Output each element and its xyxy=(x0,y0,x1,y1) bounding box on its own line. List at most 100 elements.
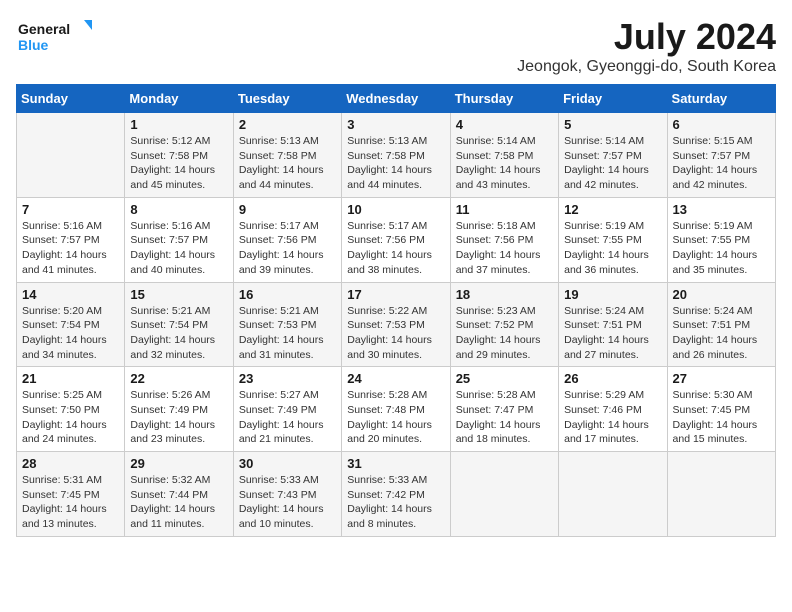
calendar-cell: 1 Sunrise: 5:12 AMSunset: 7:58 PMDaylight… xyxy=(125,113,233,198)
day-number: 1 xyxy=(130,117,227,132)
day-number: 16 xyxy=(239,287,336,302)
main-title: July 2024 xyxy=(517,16,776,58)
day-number: 20 xyxy=(673,287,770,302)
day-info: Sunrise: 5:13 AMSunset: 7:58 PMDaylight:… xyxy=(347,134,444,193)
calendar-cell: 29Sunrise: 5:32 AMSunset: 7:44 PMDayligh… xyxy=(125,452,233,537)
subtitle: Jeongok, Gyeonggi-do, South Korea xyxy=(517,58,776,76)
day-info: Sunrise: 5:27 AMSunset: 7:49 PMDaylight:… xyxy=(239,388,336,447)
day-info: Sunrise: 5:31 AMSunset: 7:45 PMDaylight:… xyxy=(22,473,119,532)
calendar-cell: 9Sunrise: 5:17 AMSunset: 7:56 PMDaylight… xyxy=(233,197,341,282)
day-info: Sunrise: 5:21 AMSunset: 7:54 PMDaylight:… xyxy=(130,304,227,363)
day-info: Sunrise: 5:33 AMSunset: 7:42 PMDaylight:… xyxy=(347,473,444,532)
day-info: Sunrise: 5:17 AMSunset: 7:56 PMDaylight:… xyxy=(347,219,444,278)
day-number: 22 xyxy=(130,371,227,386)
day-number: 26 xyxy=(564,371,661,386)
calendar-cell: 15Sunrise: 5:21 AMSunset: 7:54 PMDayligh… xyxy=(125,282,233,367)
calendar-cell: 3 Sunrise: 5:13 AMSunset: 7:58 PMDaylight… xyxy=(342,113,450,198)
day-number: 6 xyxy=(673,117,770,132)
calendar-day-header: Saturday xyxy=(667,85,775,113)
day-number: 24 xyxy=(347,371,444,386)
calendar-cell: 25 Sunrise: 5:28 AMSunset: 7:47 PMDayligh… xyxy=(450,367,558,452)
calendar-day-header: Thursday xyxy=(450,85,558,113)
calendar-cell: 14 Sunrise: 5:20 AMSunset: 7:54 PMDayligh… xyxy=(17,282,125,367)
calendar-cell: 18Sunrise: 5:23 AMSunset: 7:52 PMDayligh… xyxy=(450,282,558,367)
day-info: Sunrise: 5:19 AMSunset: 7:55 PMDaylight:… xyxy=(673,219,770,278)
calendar-cell: 24 Sunrise: 5:28 AMSunset: 7:48 PMDayligh… xyxy=(342,367,450,452)
day-info: Sunrise: 5:26 AMSunset: 7:49 PMDaylight:… xyxy=(130,388,227,447)
day-number: 3 xyxy=(347,117,444,132)
calendar-week-row: 28 Sunrise: 5:31 AMSunset: 7:45 PMDayligh… xyxy=(17,452,776,537)
day-number: 27 xyxy=(673,371,770,386)
day-info: Sunrise: 5:20 AMSunset: 7:54 PMDaylight:… xyxy=(22,304,119,363)
svg-text:Blue: Blue xyxy=(18,37,49,53)
calendar-cell: 12Sunrise: 5:19 AMSunset: 7:55 PMDayligh… xyxy=(559,197,667,282)
calendar-cell: 10 Sunrise: 5:17 AMSunset: 7:56 PMDayligh… xyxy=(342,197,450,282)
day-number: 18 xyxy=(456,287,553,302)
calendar-cell: 8 Sunrise: 5:16 AMSunset: 7:57 PMDaylight… xyxy=(125,197,233,282)
day-info: Sunrise: 5:21 AMSunset: 7:53 PMDaylight:… xyxy=(239,304,336,363)
day-info: Sunrise: 5:18 AMSunset: 7:56 PMDaylight:… xyxy=(456,219,553,278)
day-number: 28 xyxy=(22,456,119,471)
calendar-cell: 11 Sunrise: 5:18 AMSunset: 7:56 PMDayligh… xyxy=(450,197,558,282)
day-number: 31 xyxy=(347,456,444,471)
calendar-cell: 26 Sunrise: 5:29 AMSunset: 7:46 PMDayligh… xyxy=(559,367,667,452)
calendar-cell: 6 Sunrise: 5:15 AMSunset: 7:57 PMDaylight… xyxy=(667,113,775,198)
day-number: 11 xyxy=(456,202,553,217)
day-info: Sunrise: 5:29 AMSunset: 7:46 PMDaylight:… xyxy=(564,388,661,447)
calendar-cell: 13 Sunrise: 5:19 AMSunset: 7:55 PMDayligh… xyxy=(667,197,775,282)
calendar-cell xyxy=(450,452,558,537)
calendar-day-header: Friday xyxy=(559,85,667,113)
calendar-cell xyxy=(667,452,775,537)
logo-svg: General Blue xyxy=(16,16,96,56)
calendar-week-row: 14 Sunrise: 5:20 AMSunset: 7:54 PMDayligh… xyxy=(17,282,776,367)
calendar-cell: 21Sunrise: 5:25 AMSunset: 7:50 PMDayligh… xyxy=(17,367,125,452)
day-number: 5 xyxy=(564,117,661,132)
day-info: Sunrise: 5:14 AMSunset: 7:57 PMDaylight:… xyxy=(564,134,661,193)
svg-text:General: General xyxy=(18,21,70,37)
day-number: 21 xyxy=(22,371,119,386)
calendar-table: SundayMondayTuesdayWednesdayThursdayFrid… xyxy=(16,84,776,537)
day-info: Sunrise: 5:14 AMSunset: 7:58 PMDaylight:… xyxy=(456,134,553,193)
day-number: 2 xyxy=(239,117,336,132)
calendar-cell: 7 Sunrise: 5:16 AMSunset: 7:57 PMDaylight… xyxy=(17,197,125,282)
day-info: Sunrise: 5:30 AMSunset: 7:45 PMDaylight:… xyxy=(673,388,770,447)
day-info: Sunrise: 5:22 AMSunset: 7:53 PMDaylight:… xyxy=(347,304,444,363)
calendar-day-header: Monday xyxy=(125,85,233,113)
calendar-week-row: 1 Sunrise: 5:12 AMSunset: 7:58 PMDaylight… xyxy=(17,113,776,198)
day-info: Sunrise: 5:32 AMSunset: 7:44 PMDaylight:… xyxy=(130,473,227,532)
day-number: 17 xyxy=(347,287,444,302)
calendar-week-row: 7 Sunrise: 5:16 AMSunset: 7:57 PMDaylight… xyxy=(17,197,776,282)
calendar-day-header: Sunday xyxy=(17,85,125,113)
day-info: Sunrise: 5:33 AMSunset: 7:43 PMDaylight:… xyxy=(239,473,336,532)
day-info: Sunrise: 5:24 AMSunset: 7:51 PMDaylight:… xyxy=(673,304,770,363)
day-info: Sunrise: 5:12 AMSunset: 7:58 PMDaylight:… xyxy=(130,134,227,193)
day-info: Sunrise: 5:24 AMSunset: 7:51 PMDaylight:… xyxy=(564,304,661,363)
day-info: Sunrise: 5:28 AMSunset: 7:48 PMDaylight:… xyxy=(347,388,444,447)
day-number: 9 xyxy=(239,202,336,217)
day-info: Sunrise: 5:28 AMSunset: 7:47 PMDaylight:… xyxy=(456,388,553,447)
day-number: 14 xyxy=(22,287,119,302)
calendar-header-row: SundayMondayTuesdayWednesdayThursdayFrid… xyxy=(17,85,776,113)
calendar-cell: 4Sunrise: 5:14 AMSunset: 7:58 PMDaylight… xyxy=(450,113,558,198)
day-number: 25 xyxy=(456,371,553,386)
day-number: 23 xyxy=(239,371,336,386)
calendar-day-header: Tuesday xyxy=(233,85,341,113)
calendar-cell: 5 Sunrise: 5:14 AMSunset: 7:57 PMDaylight… xyxy=(559,113,667,198)
day-number: 13 xyxy=(673,202,770,217)
day-number: 7 xyxy=(22,202,119,217)
day-info: Sunrise: 5:16 AMSunset: 7:57 PMDaylight:… xyxy=(130,219,227,278)
calendar-cell: 19 Sunrise: 5:24 AMSunset: 7:51 PMDayligh… xyxy=(559,282,667,367)
day-info: Sunrise: 5:13 AMSunset: 7:58 PMDaylight:… xyxy=(239,134,336,193)
calendar-cell: 27 Sunrise: 5:30 AMSunset: 7:45 PMDayligh… xyxy=(667,367,775,452)
calendar-cell xyxy=(559,452,667,537)
calendar-cell: 16 Sunrise: 5:21 AMSunset: 7:53 PMDayligh… xyxy=(233,282,341,367)
calendar-cell xyxy=(17,113,125,198)
day-number: 10 xyxy=(347,202,444,217)
day-info: Sunrise: 5:15 AMSunset: 7:57 PMDaylight:… xyxy=(673,134,770,193)
calendar-cell: 30Sunrise: 5:33 AMSunset: 7:43 PMDayligh… xyxy=(233,452,341,537)
logo: General Blue xyxy=(16,16,96,56)
calendar-cell: 31 Sunrise: 5:33 AMSunset: 7:42 PMDayligh… xyxy=(342,452,450,537)
day-number: 19 xyxy=(564,287,661,302)
day-number: 8 xyxy=(130,202,227,217)
day-info: Sunrise: 5:16 AMSunset: 7:57 PMDaylight:… xyxy=(22,219,119,278)
